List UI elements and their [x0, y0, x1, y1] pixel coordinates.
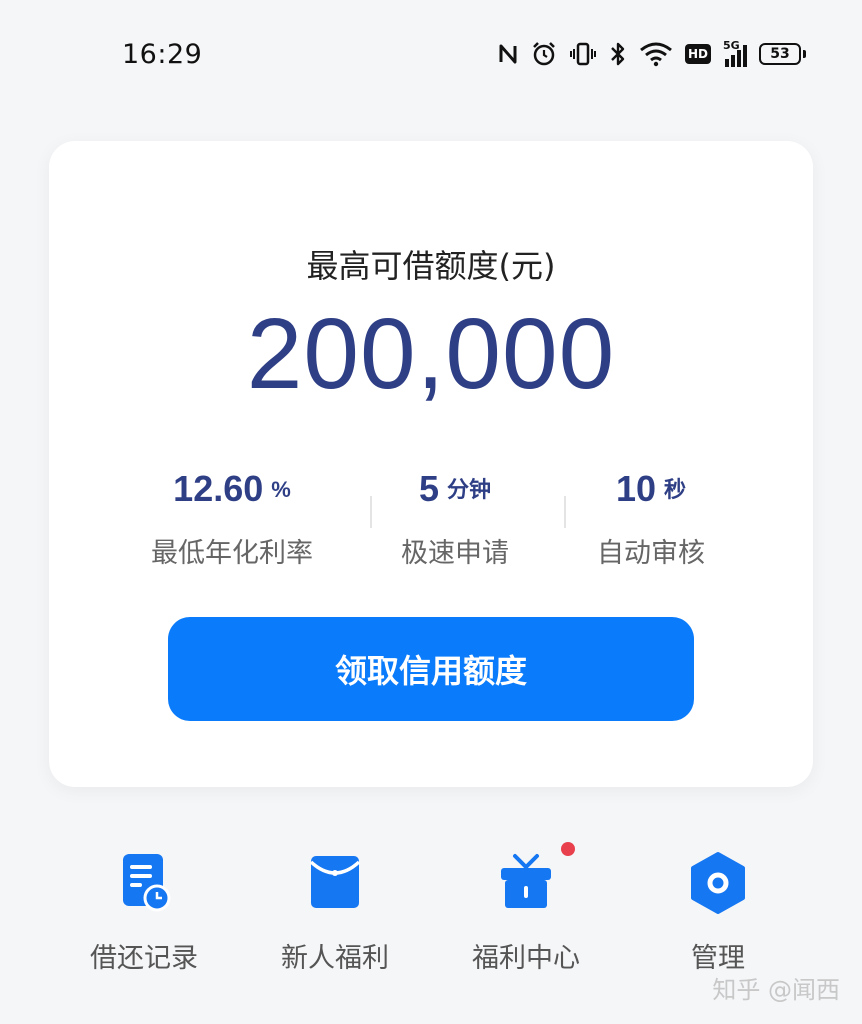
vibrate-icon — [569, 42, 596, 66]
wifi-icon — [640, 42, 672, 67]
shortcut-benefits-center[interactable]: 福利中心 — [446, 838, 606, 975]
notification-dot — [561, 842, 575, 856]
status-bar: 16:29 HD 5G 53 — [0, 0, 862, 108]
stat-apply-value: 5 — [418, 468, 439, 509]
signal-icon: 5G — [723, 39, 747, 67]
watermark: 知乎 @闻西 — [712, 970, 840, 1005]
gift-icon — [491, 842, 575, 918]
stat-review-value: 10 — [615, 468, 657, 509]
hd-icon: HD — [684, 44, 711, 64]
credit-limit-title: 最高可借额度(元) — [306, 247, 556, 285]
status-icons: HD 5G 53 — [497, 39, 806, 67]
shortcut-borrow-records[interactable]: 借还记录 — [64, 838, 224, 975]
watermark-text: 知乎 @闻西 — [712, 976, 840, 1004]
credit-limit-amount: 200,000 — [246, 298, 616, 410]
shortcut-label: 福利中心 — [472, 943, 580, 974]
stat-rate-label: 最低年化利率 — [151, 538, 313, 569]
bluetooth-icon — [611, 42, 625, 66]
network-type: 5G — [723, 39, 740, 52]
battery-icon: 53 — [759, 43, 806, 65]
stat-rate: 12.60% 最低年化利率 — [112, 466, 352, 570]
stat-review-label: 自动审核 — [597, 538, 705, 569]
shortcut-newcomer-benefits[interactable]: 新人福利 — [255, 838, 415, 975]
stats-row: 12.60% 最低年化利率 5 分钟 极速申请 10 秒 自动审核 — [49, 466, 813, 569]
stat-apply-unit: 分钟 — [447, 477, 492, 502]
alarm-icon — [533, 42, 555, 66]
stat-review-unit: 秒 — [664, 477, 687, 502]
shortcut-bar: 借还记录 新人福利 福利中心 管理 — [0, 838, 862, 978]
nfc-icon — [499, 44, 517, 64]
shortcut-label: 借还记录 — [90, 943, 198, 974]
record-clock-icon — [109, 848, 179, 918]
battery-level: 53 — [770, 46, 790, 62]
shortcut-label: 新人福利 — [281, 943, 389, 974]
hexagon-settings-icon — [683, 848, 753, 918]
claim-credit-button[interactable]: 领取信用额度 — [168, 617, 694, 721]
status-time: 16:29 — [122, 38, 203, 70]
red-envelope-icon — [300, 848, 370, 918]
shortcut-manage[interactable]: 管理 — [638, 838, 798, 975]
credit-card-panel: 最高可借额度(元) 200,000 12.60% 最低年化利率 5 分钟 极速申请… — [49, 141, 813, 787]
stat-rate-unit: % — [271, 477, 291, 502]
stat-rate-value: 12.60 — [173, 468, 264, 509]
stat-review: 10 秒 自动审核 — [531, 466, 771, 570]
